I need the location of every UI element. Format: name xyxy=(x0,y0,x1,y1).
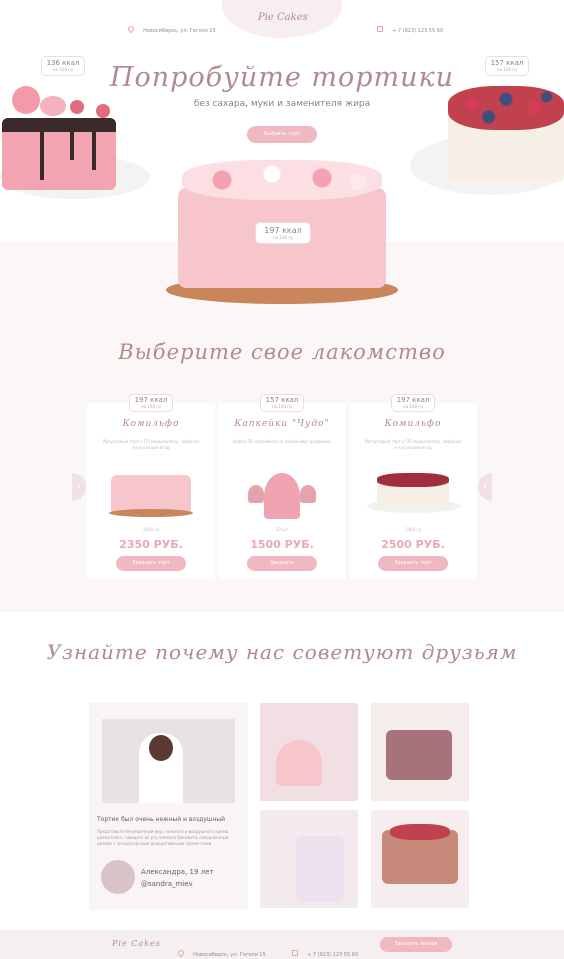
product-description: Набор ПП капкейков на любой вид праздник… xyxy=(233,439,331,444)
address-text: Новосибирск, ул. Гоголя 15 xyxy=(143,28,216,34)
kcal-badge: 157 ккал на 100 гр xyxy=(260,394,304,412)
macaron xyxy=(40,96,66,116)
product-price: 1500 РУБ. xyxy=(250,538,314,551)
order-button[interactable]: Заказать xyxy=(247,556,317,571)
review-person-hair xyxy=(149,735,173,761)
center-cake-topping xyxy=(182,160,382,200)
berry xyxy=(70,100,84,114)
cake-board xyxy=(109,509,193,517)
product-description: Йогуртовый торт с ПП маршмеллоу, зефиром… xyxy=(102,439,200,450)
cupcake-image xyxy=(264,473,300,519)
header-address: Новосибирск, ул. Гоголя 15 xyxy=(126,17,216,36)
product-card[interactable]: 197 ккал на 100 гр Комильфо Йогуртовый то… xyxy=(87,394,215,579)
avatar xyxy=(101,860,135,894)
footer-phone[interactable]: + 7 (923) 123 55 60 xyxy=(292,941,358,959)
review-headline: Тортик был очень нежный и воздушный xyxy=(97,816,225,823)
product-card[interactable]: 157 ккал на 100 гр Капкейки "Чудо" Набор … xyxy=(218,394,346,579)
phone-icon xyxy=(377,26,383,32)
kcal-badge: 197 ккал на 100 гр xyxy=(255,222,311,244)
kcal-badge: 197 ккал на 100 гр xyxy=(129,394,173,412)
product-price: 2350 РУБ. xyxy=(119,538,183,551)
product-description: Йогуртовый торт с ПП маршмеллоу, зефиром… xyxy=(364,439,462,450)
phone-text[interactable]: + 7 (923) 123 55 60 xyxy=(392,28,443,34)
choose-cake-button[interactable]: Выбрать торт xyxy=(247,126,317,143)
reviews-title: Узнайте почему нас советуют друзьям xyxy=(46,640,518,664)
berry-topping xyxy=(448,86,564,130)
chevron-right-icon: › xyxy=(483,481,487,492)
cream-cake-shape xyxy=(296,836,344,902)
product-weight: 2500 гр xyxy=(142,527,160,532)
chocolate-cake-shape xyxy=(386,730,452,780)
review-handle[interactable]: @sandra_miev xyxy=(141,880,193,888)
kcal-badge: 136 ккал на 100 гр xyxy=(41,56,85,76)
left-cake-drip xyxy=(92,132,96,170)
cupcake-image xyxy=(248,485,264,503)
next-arrow[interactable]: › xyxy=(478,473,492,501)
review-card: Тортик был очень нежный и воздушный Пред… xyxy=(89,703,248,910)
logo[interactable]: Pie Cakes xyxy=(258,12,308,23)
left-cake-drip xyxy=(70,132,74,160)
chevron-left-icon: ‹ xyxy=(77,481,81,492)
berry-topping xyxy=(390,824,450,840)
order-cake-button[interactable]: Заказать торт xyxy=(378,556,448,571)
request-call-button[interactable]: Заказать звонок xyxy=(380,937,452,952)
cupcake-shape xyxy=(276,740,322,786)
footer: Pie Cakes Новосибирск, ул. Гоголя 15 + 7… xyxy=(0,930,564,959)
header-phone[interactable]: + 7 (923) 123 55 60 xyxy=(377,17,443,36)
product-weight: 2500 гр xyxy=(404,527,422,532)
review-text: Представьте безупречный вкус нежного и в… xyxy=(97,829,230,846)
location-pin-icon xyxy=(176,948,186,958)
left-cake-chocolate xyxy=(2,118,116,132)
kcal-badge: 197 ккал на 100 гр xyxy=(391,394,435,412)
berry-topping xyxy=(377,473,449,487)
catalog-title: Выберите свое лакомство xyxy=(118,340,446,364)
order-cake-button[interactable]: Заказать торт xyxy=(116,556,186,571)
cupcake-image xyxy=(300,485,316,503)
footer-address: Новосибирск, ул. Гоголя 15 xyxy=(176,941,266,959)
product-card[interactable]: 197 ккал на 100 гр Комильфо Йогуртовый то… xyxy=(349,394,477,579)
macaron xyxy=(12,86,40,114)
product-name: Капкейки "Чудо" xyxy=(234,419,330,429)
location-pin-icon xyxy=(126,24,136,34)
prev-arrow[interactable]: ‹ xyxy=(72,473,86,501)
review-author: Александра, 19 лет xyxy=(141,868,214,876)
footer-logo[interactable]: Pie Cakes xyxy=(112,939,161,948)
kcal-badge: 157 ккал на 100 гр xyxy=(485,56,529,76)
product-weight: 10 шт xyxy=(275,527,289,532)
phone-icon xyxy=(292,950,298,956)
product-name: Комильфо xyxy=(384,419,442,429)
product-price: 2500 РУБ. xyxy=(381,538,445,551)
product-name: Комильфо xyxy=(122,419,180,429)
left-cake-drip xyxy=(40,132,44,180)
berry xyxy=(96,104,110,118)
